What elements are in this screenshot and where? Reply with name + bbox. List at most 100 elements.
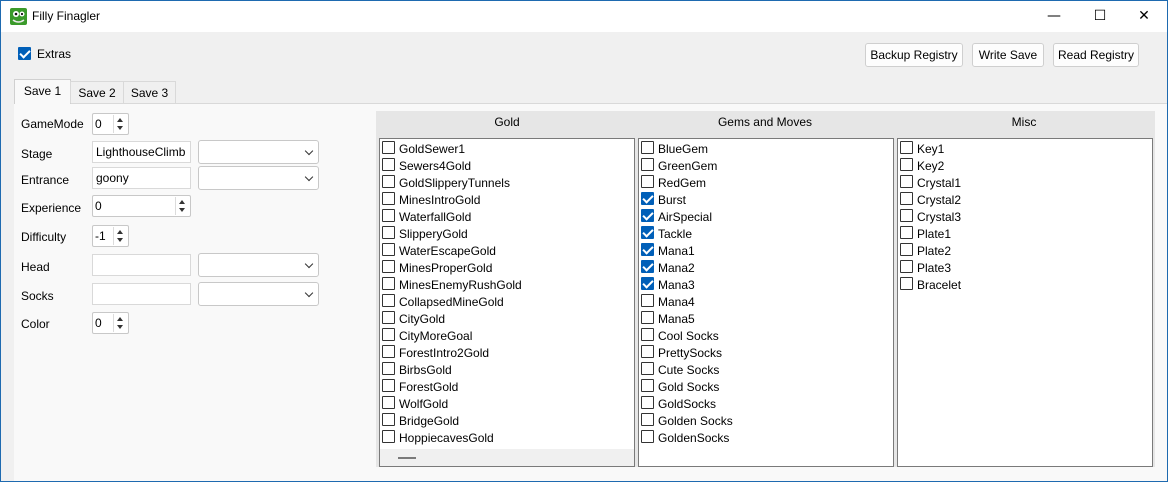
difficulty-value: -1: [95, 229, 106, 243]
spin-up-icon[interactable]: [179, 200, 185, 204]
item-label: GreenGem: [658, 159, 718, 173]
misc-list[interactable]: Key1 Key2 Crystal1 Crystal2 Crystal3 Plate1 Pl…: [897, 138, 1153, 467]
item-checkbox[interactable]: [382, 277, 395, 290]
item-checkbox[interactable]: [641, 209, 654, 222]
item-checkbox[interactable]: [382, 260, 395, 273]
item-checkbox[interactable]: [641, 345, 654, 358]
item-checkbox[interactable]: [641, 175, 654, 188]
gems-moves-list[interactable]: BlueGem GreenGem RedGem Burst AirSpecial Tack…: [638, 138, 894, 467]
item-label: WolfGold: [399, 397, 449, 411]
item-checkbox[interactable]: [382, 209, 395, 222]
item-checkbox[interactable]: [641, 328, 654, 341]
item-label: AirSpecial: [658, 210, 713, 224]
item-checkbox[interactable]: [382, 175, 395, 188]
maximize-button[interactable]: ☐: [1077, 1, 1123, 32]
item-checkbox[interactable]: [900, 226, 913, 239]
item-checkbox[interactable]: [641, 277, 654, 290]
item-checkbox[interactable]: [900, 260, 913, 273]
title-bar[interactable]: Filly Finagler — ☐ ✕: [1, 1, 1167, 32]
gamemode-label: GameMode: [21, 117, 84, 131]
item-label: CityMoreGoal: [399, 329, 473, 343]
item-checkbox[interactable]: [641, 430, 654, 443]
item-checkbox[interactable]: [641, 192, 654, 205]
item-checkbox[interactable]: [382, 243, 395, 256]
item-checkbox[interactable]: [641, 158, 654, 171]
item-checkbox[interactable]: [641, 311, 654, 324]
spin-up-icon[interactable]: [117, 317, 123, 321]
item-checkbox[interactable]: [382, 226, 395, 239]
extras-checkbox[interactable]: [18, 47, 31, 60]
item-checkbox[interactable]: [900, 277, 913, 290]
spin-down-icon[interactable]: [117, 238, 123, 242]
item-label: Mana5: [658, 312, 695, 326]
tab-save-3[interactable]: Save 3: [123, 81, 176, 103]
item-checkbox[interactable]: [382, 328, 395, 341]
tab-save-1[interactable]: Save 1: [14, 79, 71, 104]
item-checkbox[interactable]: [900, 175, 913, 188]
item-checkbox[interactable]: [900, 243, 913, 256]
read-registry-button[interactable]: Read Registry: [1053, 43, 1139, 67]
spin-up-icon[interactable]: [117, 118, 123, 122]
gold-list[interactable]: GoldSewer1 Sewers4Gold GoldSlipperyTunnels…: [379, 138, 635, 467]
item-checkbox[interactable]: [382, 362, 395, 375]
item-label: CityGold: [399, 312, 446, 326]
item-checkbox[interactable]: [641, 413, 654, 426]
write-save-button[interactable]: Write Save: [972, 43, 1044, 67]
item-checkbox[interactable]: [382, 294, 395, 307]
item-checkbox[interactable]: [382, 379, 395, 392]
socks-input[interactable]: [92, 283, 191, 305]
item-checkbox[interactable]: [382, 192, 395, 205]
item-checkbox[interactable]: [382, 158, 395, 171]
item-checkbox[interactable]: [382, 141, 395, 154]
entrance-input[interactable]: goony: [92, 167, 191, 189]
spin-down-icon[interactable]: [179, 208, 185, 212]
item-label: MinesEnemyRushGold: [399, 278, 522, 292]
spin-down-icon[interactable]: [117, 325, 123, 329]
item-label: BlueGem: [658, 142, 709, 156]
chevron-down-icon: [304, 172, 314, 182]
item-checkbox[interactable]: [900, 192, 913, 205]
item-checkbox[interactable]: [382, 413, 395, 426]
item-checkbox[interactable]: [382, 430, 395, 443]
close-button[interactable]: ✕: [1121, 1, 1167, 32]
head-dropdown[interactable]: [198, 253, 319, 277]
item-checkbox[interactable]: [900, 158, 913, 171]
item-checkbox[interactable]: [641, 141, 654, 154]
extras-label: Extras: [37, 47, 72, 61]
spin-up-icon[interactable]: [117, 230, 123, 234]
difficulty-spinbox[interactable]: -1: [92, 225, 129, 247]
experience-spinbox[interactable]: 0: [92, 195, 191, 217]
scrollbar-thumb[interactable]: [398, 457, 416, 459]
entrance-dropdown[interactable]: [198, 166, 319, 190]
spin-down-icon[interactable]: [117, 126, 123, 130]
item-checkbox[interactable]: [382, 345, 395, 358]
item-checkbox[interactable]: [641, 243, 654, 256]
item-label: GoldSocks: [658, 397, 717, 411]
item-checkbox[interactable]: [900, 141, 913, 154]
socks-dropdown[interactable]: [198, 282, 319, 306]
item-label: BirbsGold: [399, 363, 452, 377]
item-checkbox[interactable]: [641, 260, 654, 273]
minimize-button[interactable]: —: [1031, 1, 1077, 32]
stage-dropdown[interactable]: [198, 140, 319, 164]
item-label: CollapsedMineGold: [399, 295, 504, 309]
item-checkbox[interactable]: [382, 311, 395, 324]
color-spinbox[interactable]: 0: [92, 312, 129, 334]
misc-header: Misc: [1011, 115, 1037, 129]
item-label: Sewers4Gold: [399, 159, 472, 173]
item-label: SlipperyGold: [399, 227, 468, 241]
item-checkbox[interactable]: [641, 362, 654, 375]
backup-registry-button[interactable]: Backup Registry: [865, 43, 963, 67]
item-checkbox[interactable]: [900, 209, 913, 222]
item-checkbox[interactable]: [641, 396, 654, 409]
tab-save-2[interactable]: Save 2: [70, 81, 124, 103]
horizontal-scrollbar[interactable]: [380, 449, 634, 466]
item-checkbox[interactable]: [641, 379, 654, 392]
gamemode-spinbox[interactable]: 0: [92, 113, 129, 135]
item-checkbox[interactable]: [641, 226, 654, 239]
item-checkbox[interactable]: [641, 294, 654, 307]
item-checkbox[interactable]: [382, 396, 395, 409]
item-label: RedGem: [658, 176, 707, 190]
head-input[interactable]: [92, 254, 191, 276]
stage-input[interactable]: LighthouseClimb: [92, 141, 191, 163]
